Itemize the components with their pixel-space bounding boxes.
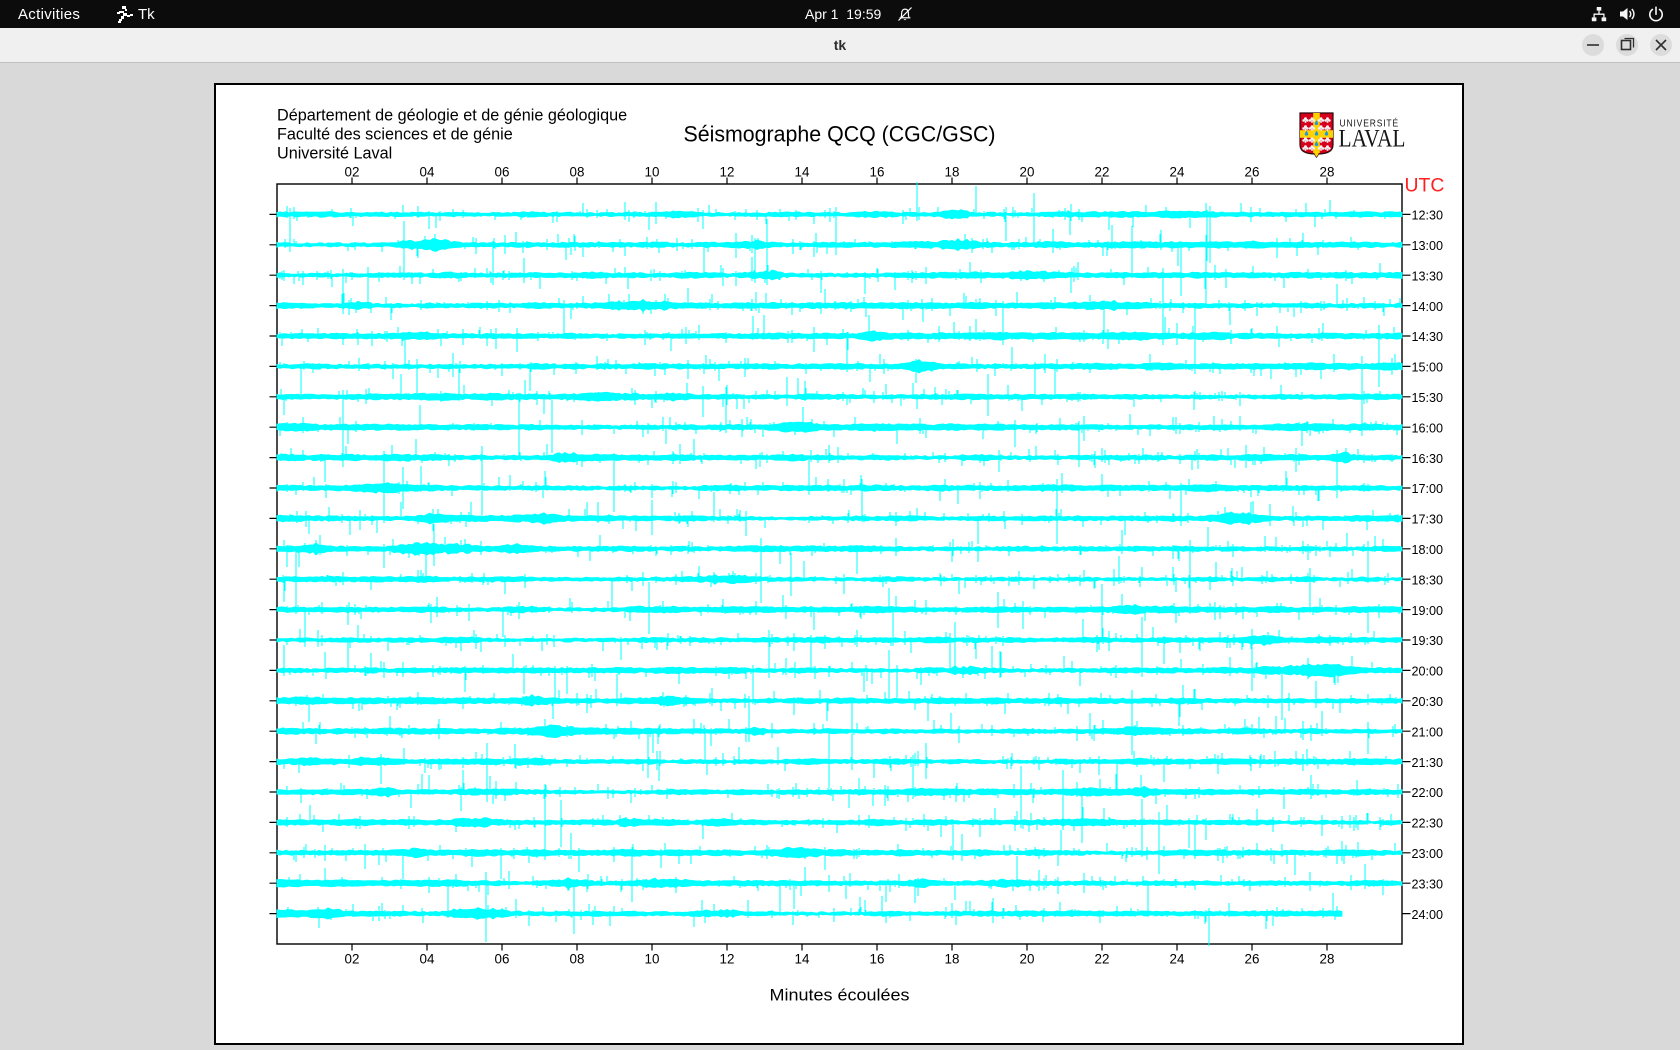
svg-text:13:30: 13:30	[1412, 269, 1444, 283]
svg-text:24:00: 24:00	[1412, 908, 1444, 922]
svg-text:20:00: 20:00	[1412, 665, 1444, 679]
svg-text:Minutes écoulées: Minutes écoulées	[770, 986, 910, 1005]
svg-text:22:00: 22:00	[1412, 786, 1444, 800]
svg-text:12: 12	[720, 165, 735, 180]
svg-text:26: 26	[1245, 952, 1260, 967]
svg-text:12: 12	[720, 952, 735, 967]
svg-text:18: 18	[945, 952, 960, 967]
svg-text:23:00: 23:00	[1412, 847, 1444, 861]
svg-text:20:30: 20:30	[1412, 695, 1444, 709]
svg-text:08: 08	[570, 952, 585, 967]
svg-text:06: 06	[495, 165, 510, 180]
svg-text:04: 04	[420, 952, 435, 967]
svg-text:26: 26	[1245, 165, 1260, 180]
svg-text:02: 02	[345, 952, 360, 967]
svg-text:16: 16	[870, 165, 885, 180]
svg-text:19:00: 19:00	[1412, 604, 1444, 618]
svg-text:24: 24	[1170, 165, 1185, 180]
svg-text:22:30: 22:30	[1412, 817, 1444, 831]
svg-text:14:30: 14:30	[1412, 330, 1444, 344]
svg-text:14:00: 14:00	[1412, 300, 1444, 314]
svg-text:16:30: 16:30	[1412, 452, 1444, 466]
svg-text:UTC: UTC	[1405, 175, 1445, 197]
svg-text:12:30: 12:30	[1412, 209, 1444, 223]
svg-text:08: 08	[570, 165, 585, 180]
svg-text:21:30: 21:30	[1412, 756, 1444, 770]
svg-text:02: 02	[345, 165, 360, 180]
svg-text:20: 20	[1020, 165, 1035, 180]
svg-text:Séismographe QCQ (CGC/GSC): Séismographe QCQ (CGC/GSC)	[684, 122, 996, 147]
svg-text:21:00: 21:00	[1412, 725, 1444, 739]
svg-text:22: 22	[1095, 165, 1110, 180]
svg-text:17:30: 17:30	[1412, 513, 1444, 527]
svg-text:Faculté des sciences et de gén: Faculté des sciences et de génie	[277, 126, 513, 144]
svg-text:16: 16	[870, 952, 885, 967]
svg-text:LAVAL: LAVAL	[1339, 126, 1406, 153]
svg-text:23:30: 23:30	[1412, 877, 1444, 891]
svg-text:14: 14	[795, 165, 810, 180]
svg-text:17:00: 17:00	[1412, 482, 1444, 496]
svg-text:Département de géologie et de: Département de géologie et de génie géol…	[277, 107, 627, 125]
svg-text:Université Laval: Université Laval	[277, 145, 392, 163]
svg-text:15:00: 15:00	[1412, 361, 1444, 375]
svg-text:24: 24	[1170, 952, 1185, 967]
svg-text:19:30: 19:30	[1412, 634, 1444, 648]
svg-text:15:30: 15:30	[1412, 391, 1444, 405]
svg-text:10: 10	[645, 165, 660, 180]
svg-text:10: 10	[645, 952, 660, 967]
svg-text:28: 28	[1320, 952, 1335, 967]
svg-text:13:00: 13:00	[1412, 239, 1444, 253]
svg-text:16:00: 16:00	[1412, 421, 1444, 435]
svg-text:06: 06	[495, 952, 510, 967]
svg-text:18:00: 18:00	[1412, 543, 1444, 557]
svg-text:18:30: 18:30	[1412, 573, 1444, 587]
svg-text:04: 04	[420, 165, 435, 180]
svg-text:20: 20	[1020, 952, 1035, 967]
svg-text:14: 14	[795, 952, 810, 967]
svg-text:22: 22	[1095, 952, 1110, 967]
svg-text:28: 28	[1320, 165, 1335, 180]
svg-text:18: 18	[945, 165, 960, 180]
